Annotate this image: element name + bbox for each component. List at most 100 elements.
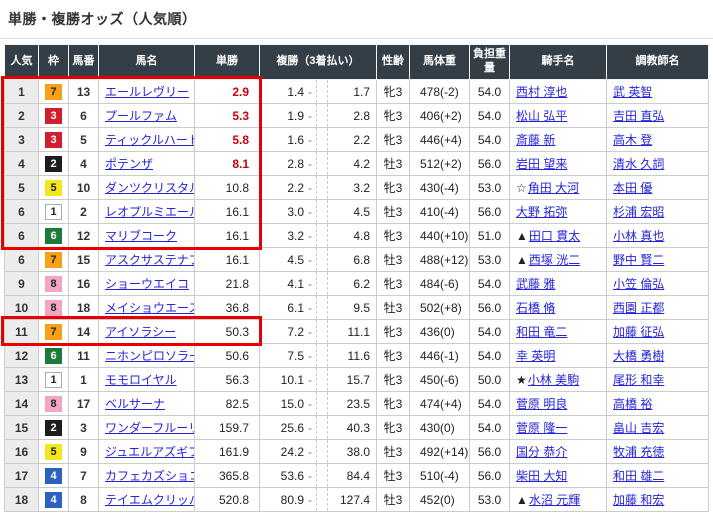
jockey-name-link[interactable]: 国分 恭介 (516, 445, 567, 459)
horse-name-link[interactable]: モモロイヤル (105, 373, 177, 387)
horse-name-link[interactable]: マリブコーク (105, 229, 177, 243)
jockey-apprentice-mark: ▲ (516, 229, 528, 243)
jockey-name-link[interactable]: 和田 竜二 (516, 325, 567, 339)
frame-badge: 1 (45, 372, 62, 388)
horse-number-cell: 18 (69, 296, 99, 320)
trainer-name-link[interactable]: 加藤 征弘 (613, 325, 664, 339)
horse-number-cell: 12 (69, 224, 99, 248)
horse-name-link[interactable]: ジュエルアズギフト (105, 445, 195, 459)
rank-cell: 16 (5, 440, 39, 464)
horse-name-link[interactable]: アイソラシー (105, 325, 176, 339)
jockey-name-link[interactable]: 角田 大河 (528, 181, 579, 195)
jockey-name-link[interactable]: 武藤 雅 (516, 277, 555, 291)
trainer-name-link[interactable]: 小林 真也 (613, 229, 664, 243)
trainer-name-link[interactable]: 畠山 吉宏 (613, 421, 664, 435)
jockey-name-link[interactable]: 柴田 大知 (516, 469, 567, 483)
place-odds-high: 11.6 (328, 349, 370, 363)
jockey-name-link[interactable]: 松山 弘平 (516, 109, 567, 123)
win-odds-cell: 2.9 (195, 80, 260, 104)
trainer-name-link[interactable]: 武 英智 (613, 85, 652, 99)
jockey-name-link[interactable]: 幸 英明 (516, 349, 555, 363)
trainer-name-link[interactable]: 高木 登 (613, 133, 652, 147)
place-odds-high: 127.4 (328, 493, 370, 507)
sex-age-cell: 牝3 (377, 392, 410, 416)
jockey-name-link[interactable]: 水沼 元輝 (529, 493, 580, 507)
trainer-name-link[interactable]: 高橋 裕 (613, 397, 652, 411)
jockey-cell: ▲田口 貫太 (510, 224, 607, 248)
jockey-name-link[interactable]: 西塚 洸二 (529, 253, 580, 267)
horse-name-cell: カフェカズショコラ (99, 464, 195, 488)
horse-name-link[interactable]: ティックルハート (105, 133, 195, 147)
frame-badge: 1 (45, 204, 62, 220)
horse-name-link[interactable]: メイショウエース (105, 301, 195, 315)
place-odds-separator (316, 200, 328, 223)
table-row: 1713エールレヴリー2.91.4-1.7牝3478(-2)54.0西村 淳也武… (5, 80, 709, 104)
frame-cell: 3 (39, 104, 69, 128)
place-odds-separator (316, 392, 328, 415)
horse-name-link[interactable]: レオプルミエール (105, 205, 195, 219)
trainer-name-link[interactable]: 尾形 和幸 (613, 373, 664, 387)
jockey-cell: 大野 拓弥 (510, 200, 607, 224)
jockey-name-link[interactable]: 菅原 明良 (516, 397, 567, 411)
trainer-name-link[interactable]: 和田 雄二 (613, 469, 664, 483)
trainer-name-link[interactable]: 牧浦 充徳 (613, 445, 664, 459)
table-row: 12611ニホンピロソラーナ50.67.5-11.6牝3446(-1)54.0幸… (5, 344, 709, 368)
horse-name-link[interactable]: ニホンピロソラーナ (105, 349, 195, 363)
jockey-name-link[interactable]: 石橋 脩 (516, 301, 555, 315)
jockey-name-link[interactable]: 西村 淳也 (516, 85, 567, 99)
jockey-name-link[interactable]: 大野 拓弥 (516, 205, 567, 219)
place-odds-dash: - (304, 85, 316, 99)
trainer-name-link[interactable]: 野中 賢二 (613, 253, 664, 267)
horse-name-link[interactable]: ショーウエイコ (105, 277, 189, 291)
horse-name-cell: ニホンピロソラーナ (99, 344, 195, 368)
jockey-cell: 国分 恭介 (510, 440, 607, 464)
place-odds-cell: 53.6-84.4 (260, 464, 377, 488)
trainer-name-link[interactable]: 杉浦 宏昭 (613, 205, 664, 219)
trainer-name-link[interactable]: 加藤 和宏 (613, 493, 664, 507)
jockey-cell: ★小林 美駒 (510, 368, 607, 392)
place-odds-dash: - (304, 205, 316, 219)
jockey-name-link[interactable]: 岩田 望来 (516, 157, 567, 171)
horse-name-link[interactable]: ベルサーナ (105, 397, 165, 411)
frame-cell: 7 (39, 320, 69, 344)
trainer-name-link[interactable]: 西園 正都 (613, 301, 664, 315)
horse-name-link[interactable]: アスクサステナブル (105, 253, 195, 267)
frame-cell: 5 (39, 176, 69, 200)
horse-name-link[interactable]: カフェカズショコラ (105, 469, 195, 483)
frame-badge: 6 (45, 228, 62, 244)
horse-number-cell: 3 (69, 416, 99, 440)
horse-name-link[interactable]: ワンダーフルーリ (105, 421, 195, 435)
trainer-name-link[interactable]: 本田 優 (613, 181, 652, 195)
jockey-cell: 斎藤 新 (510, 128, 607, 152)
jockey-name-link[interactable]: 菅原 隆一 (516, 421, 567, 435)
place-odds-cell: 4.1-6.2 (260, 272, 377, 296)
jockey-name-link[interactable]: 田口 貫太 (529, 229, 580, 243)
trainer-cell: 小林 真也 (607, 224, 709, 248)
horse-name-link[interactable]: ダンツクリスタル (105, 181, 195, 195)
table-row: 1747カフェカズショコラ365.853.6-84.4牡3510(-4)56.0… (5, 464, 709, 488)
load-weight-cell: 56.0 (470, 440, 510, 464)
place-odds-high: 6.8 (328, 253, 370, 267)
trainer-name-link[interactable]: 清水 久詞 (613, 157, 664, 171)
rank-cell: 6 (5, 200, 39, 224)
sex-age-cell: 牝3 (377, 320, 410, 344)
place-odds-dash: - (304, 349, 316, 363)
trainer-cell: 加藤 和宏 (607, 488, 709, 512)
win-odds-cell: 520.8 (195, 488, 260, 512)
jockey-name-link[interactable]: 斎藤 新 (516, 133, 555, 147)
place-odds-dash: - (304, 445, 316, 459)
trainer-name-link[interactable]: 吉田 直弘 (613, 109, 664, 123)
horse-name-link[interactable]: ポテンザ (105, 157, 153, 171)
trainer-name-link[interactable]: 大橋 勇樹 (613, 349, 664, 363)
horse-name-link[interactable]: テイエムクリッパー (105, 493, 195, 507)
rank-cell: 6 (5, 248, 39, 272)
trainer-name-link[interactable]: 小笠 倫弘 (613, 277, 664, 291)
load-weight-cell: 54.0 (470, 272, 510, 296)
jockey-cell: ▲水沼 元輝 (510, 488, 607, 512)
place-odds-separator (316, 464, 328, 487)
place-odds-low: 7.2 (262, 325, 304, 339)
table-row: 612レオプルミエール16.13.0-4.5牡3410(-4)56.0大野 拓弥… (5, 200, 709, 224)
jockey-name-link[interactable]: 小林 美駒 (528, 373, 579, 387)
horse-name-link[interactable]: プールファム (105, 109, 177, 123)
horse-name-link[interactable]: エールレヴリー (105, 85, 189, 99)
